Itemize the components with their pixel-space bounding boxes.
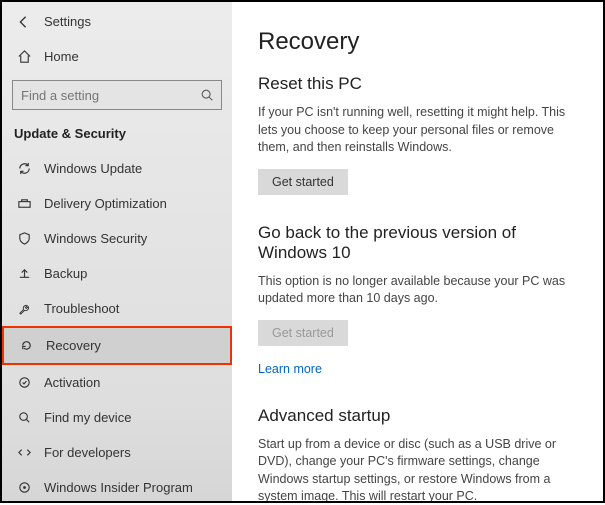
sidebar-home[interactable]: Home: [2, 39, 232, 74]
advanced-heading: Advanced startup: [258, 406, 581, 426]
home-icon: [16, 49, 32, 64]
sidebar-item-label: Activation: [44, 375, 100, 390]
shield-icon: [16, 231, 32, 246]
recovery-icon: [18, 338, 34, 353]
sidebar-item-label: Troubleshoot: [44, 301, 119, 316]
main-content: Recovery Reset this PC If your PC isn't …: [232, 2, 603, 501]
sidebar-nav: Windows Update Delivery Optimization Win…: [2, 151, 232, 505]
section-reset-pc: Reset this PC If your PC isn't running w…: [258, 74, 581, 195]
sidebar-item-windows-insider[interactable]: Windows Insider Program: [2, 470, 232, 505]
sidebar-item-label: Find my device: [44, 410, 131, 425]
sidebar-item-find-my-device[interactable]: Find my device: [2, 400, 232, 435]
sidebar-item-label: Backup: [44, 266, 87, 281]
sidebar-item-recovery[interactable]: Recovery: [2, 326, 232, 365]
back-icon[interactable]: [16, 15, 30, 29]
sidebar-section-title: Update & Security: [2, 120, 232, 151]
goback-description: This option is no longer available becau…: [258, 273, 581, 308]
sidebar: Settings Home Update & Security Windows …: [2, 2, 232, 501]
window-title: Settings: [44, 14, 91, 29]
troubleshoot-icon: [16, 301, 32, 316]
search-input[interactable]: [12, 80, 222, 110]
sidebar-item-label: Windows Update: [44, 161, 142, 176]
sidebar-item-label: Recovery: [46, 338, 101, 353]
sidebar-item-activation[interactable]: Activation: [2, 365, 232, 400]
sidebar-item-windows-security[interactable]: Windows Security: [2, 221, 232, 256]
sidebar-item-delivery-optimization[interactable]: Delivery Optimization: [2, 186, 232, 221]
search-icon: [200, 88, 214, 102]
goback-get-started-button: Get started: [258, 320, 348, 346]
sidebar-home-label: Home: [44, 49, 79, 64]
sidebar-item-backup[interactable]: Backup: [2, 256, 232, 291]
sync-icon: [16, 161, 32, 176]
sidebar-item-windows-update[interactable]: Windows Update: [2, 151, 232, 186]
activation-icon: [16, 375, 32, 390]
search-container: [12, 80, 222, 110]
page-title: Recovery: [258, 28, 581, 56]
delivery-icon: [16, 196, 32, 211]
insider-icon: [16, 480, 32, 495]
section-go-back: Go back to the previous version of Windo…: [258, 223, 581, 378]
sidebar-item-label: For developers: [44, 445, 131, 460]
sidebar-item-for-developers[interactable]: For developers: [2, 435, 232, 470]
sidebar-item-label: Windows Insider Program: [44, 480, 193, 495]
reset-heading: Reset this PC: [258, 74, 581, 94]
section-advanced-startup: Advanced startup Start up from a device …: [258, 406, 581, 502]
backup-icon: [16, 266, 32, 281]
titlebar: Settings: [2, 10, 232, 39]
reset-description: If your PC isn't running well, resetting…: [258, 104, 581, 157]
goback-heading: Go back to the previous version of Windo…: [258, 223, 581, 263]
reset-get-started-button[interactable]: Get started: [258, 169, 348, 195]
sidebar-item-label: Windows Security: [44, 231, 147, 246]
find-device-icon: [16, 410, 32, 425]
developers-icon: [16, 445, 32, 460]
advanced-description: Start up from a device or disc (such as …: [258, 436, 581, 502]
sidebar-item-troubleshoot[interactable]: Troubleshoot: [2, 291, 232, 326]
learn-more-link[interactable]: Learn more: [258, 362, 322, 376]
sidebar-item-label: Delivery Optimization: [44, 196, 167, 211]
